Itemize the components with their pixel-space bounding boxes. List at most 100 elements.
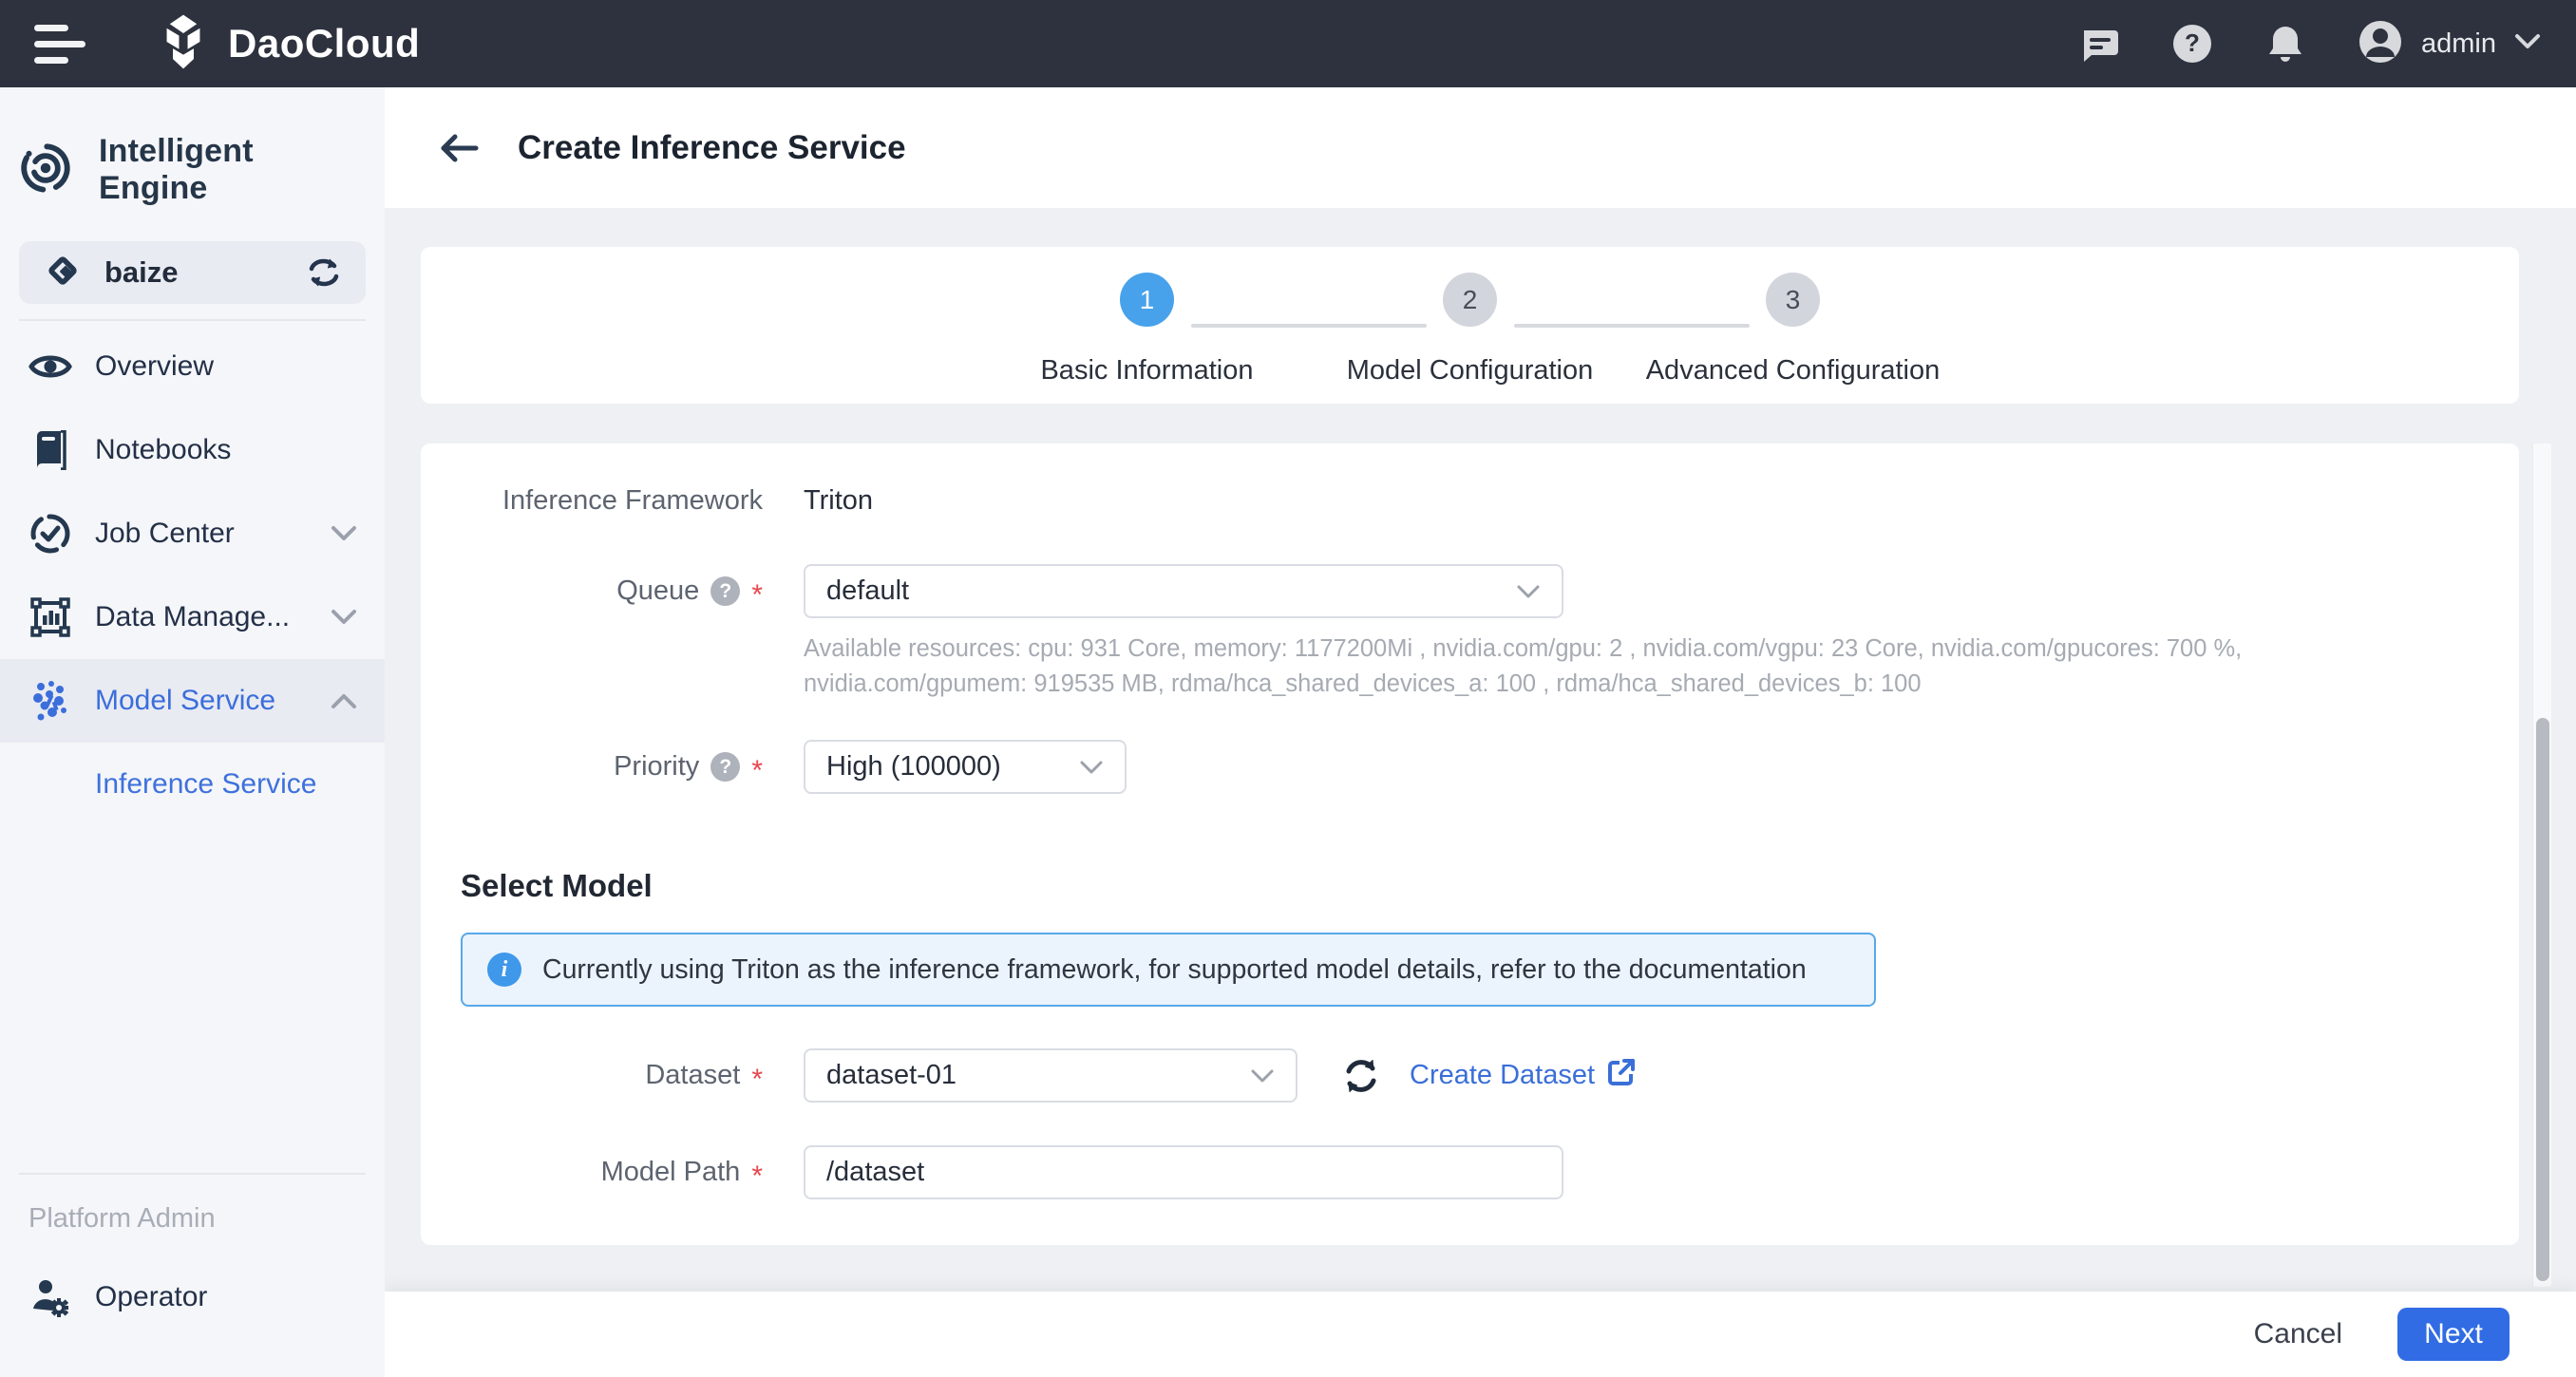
user-menu[interactable]: admin [2357,18,2542,70]
workspace-switch-icon[interactable] [305,255,343,290]
chevron-down-icon [1079,760,1104,775]
chevron-down-icon [1250,1068,1275,1084]
svg-text:?: ? [2185,28,2200,57]
page-header: Create Inference Service [385,87,2576,208]
help-icon[interactable]: ? [710,752,740,782]
step-basic-information[interactable]: 1 Basic Information [986,273,1309,404]
back-arrow-icon[interactable] [438,131,480,165]
step-label: Model Configuration [1347,355,1594,387]
queue-available-resources: Available resources: cpu: 931 Core, memo… [804,632,2466,702]
step-advanced-configuration[interactable]: 3 Advanced Configuration [1632,273,1955,404]
chevron-down-icon [330,609,358,626]
priority-select-value: High (100000) [826,751,1001,783]
product-header: Intelligent Engine [0,87,385,241]
daocloud-logo-icon [154,12,213,76]
chevron-up-icon [330,692,358,709]
next-button[interactable]: Next [2397,1308,2510,1361]
product-title: Intelligent Engine [99,133,358,207]
sidebar: Intelligent Engine baize [0,87,385,1377]
brand-logo[interactable]: DaoCloud [154,12,420,76]
scrollbar-track[interactable] [2532,443,2551,1287]
required-asterisk: * [751,581,763,610]
create-dataset-label: Create Dataset [1410,1060,1595,1091]
step-label: Advanced Configuration [1646,355,1941,387]
required-asterisk: * [751,1162,763,1191]
brand-name: DaoCloud [228,21,420,66]
chevron-down-icon [1516,584,1541,599]
sidebar-nav: Overview Notebooks Job Center [0,325,385,826]
content: 1 Basic Information 2 Model Configuratio… [385,208,2576,1292]
queue-row: Queue ? * default [421,564,2519,618]
model-path-row: Model Path * [421,1145,2519,1199]
hamburger-menu-icon[interactable] [34,19,91,68]
user-name: admin [2421,28,2496,60]
sidebar-item-data-management[interactable]: Data Manage... [0,575,385,659]
sidebar-item-overview[interactable]: Overview [0,325,385,408]
intelligent-engine-icon [19,141,72,199]
footer-bar: Cancel Next [385,1292,2576,1377]
chevron-down-icon [330,525,358,542]
step-circle: 1 [1120,273,1174,327]
job-check-icon [28,513,72,555]
workspace-selector[interactable]: baize [19,241,366,304]
step-circle: 3 [1766,273,1820,327]
sidebar-item-label: Overview [95,350,214,383]
queue-select-value: default [826,575,909,607]
required-asterisk: * [751,757,763,785]
sidebar-item-label: Job Center [95,518,235,550]
model-cluster-icon [28,679,72,723]
step-model-configuration[interactable]: 2 Model Configuration [1309,273,1632,404]
sidebar-item-label: Data Manage... [95,601,290,633]
queue-label: Queue ? * [421,575,763,607]
dataset-select[interactable]: dataset-01 [804,1048,1297,1103]
sidebar-item-job-center[interactable]: Job Center [0,492,385,575]
select-model-title: Select Model [461,868,2519,904]
help-icon[interactable]: ? [710,576,740,606]
inference-framework-label: Inference Framework [421,485,763,517]
operator-label: Operator [95,1281,207,1313]
inference-framework-row: Inference Framework Triton [421,485,2519,517]
priority-row: Priority ? * High (100000) [421,740,2519,794]
dataset-select-value: dataset-01 [826,1060,957,1091]
help-icon[interactable]: ? [2170,22,2214,66]
create-dataset-link[interactable]: Create Dataset [1410,1057,1637,1095]
step-label: Basic Information [1040,355,1253,387]
info-icon: i [487,953,521,987]
sidebar-item-label: Model Service [95,685,275,717]
topbar: DaoCloud ? [0,0,2576,87]
info-banner: i Currently using Triton as the inferenc… [461,933,1876,1007]
bell-icon[interactable] [2263,22,2307,66]
scrollbar-thumb[interactable] [2536,718,2549,1281]
sidebar-item-operator[interactable]: Operator [0,1255,385,1339]
queue-select[interactable]: default [804,564,1563,618]
sidebar-item-model-service[interactable]: Model Service [0,659,385,743]
required-asterisk: * [751,1066,763,1094]
chat-icon[interactable] [2077,22,2121,66]
sidebar-bottom: Platform Admin [0,1158,385,1377]
priority-select[interactable]: High (100000) [804,740,1127,794]
inference-framework-value: Triton [804,485,873,517]
workspace-name: baize [104,255,179,290]
data-chart-icon [28,596,72,638]
sidebar-subitem-label: Inference Service [95,768,316,801]
book-icon [28,430,72,470]
sidebar-item-notebooks[interactable]: Notebooks [0,408,385,492]
priority-label: Priority ? * [421,751,763,783]
model-path-label: Model Path * [421,1157,763,1188]
sidebar-item-label: Notebooks [95,434,231,466]
dataset-row: Dataset * dataset-01 [421,1048,2519,1103]
stepper: 1 Basic Information 2 Model Configuratio… [986,247,1955,404]
model-path-input[interactable] [804,1145,1563,1199]
sidebar-divider [19,1173,366,1175]
external-link-icon [1606,1057,1637,1095]
dataset-label: Dataset * [421,1060,763,1091]
refresh-icon[interactable] [1341,1056,1381,1096]
chevron-down-icon [2513,32,2542,56]
sidebar-item-inference-service[interactable]: Inference Service [0,743,385,826]
stepper-card: 1 Basic Information 2 Model Configuratio… [421,247,2519,404]
main-area: Create Inference Service 1 Basic Informa… [385,87,2576,1377]
step-circle: 2 [1443,273,1497,327]
cancel-button[interactable]: Cancel [2254,1318,2342,1350]
platform-admin-label: Platform Admin [0,1179,385,1255]
eye-icon [28,350,72,383]
